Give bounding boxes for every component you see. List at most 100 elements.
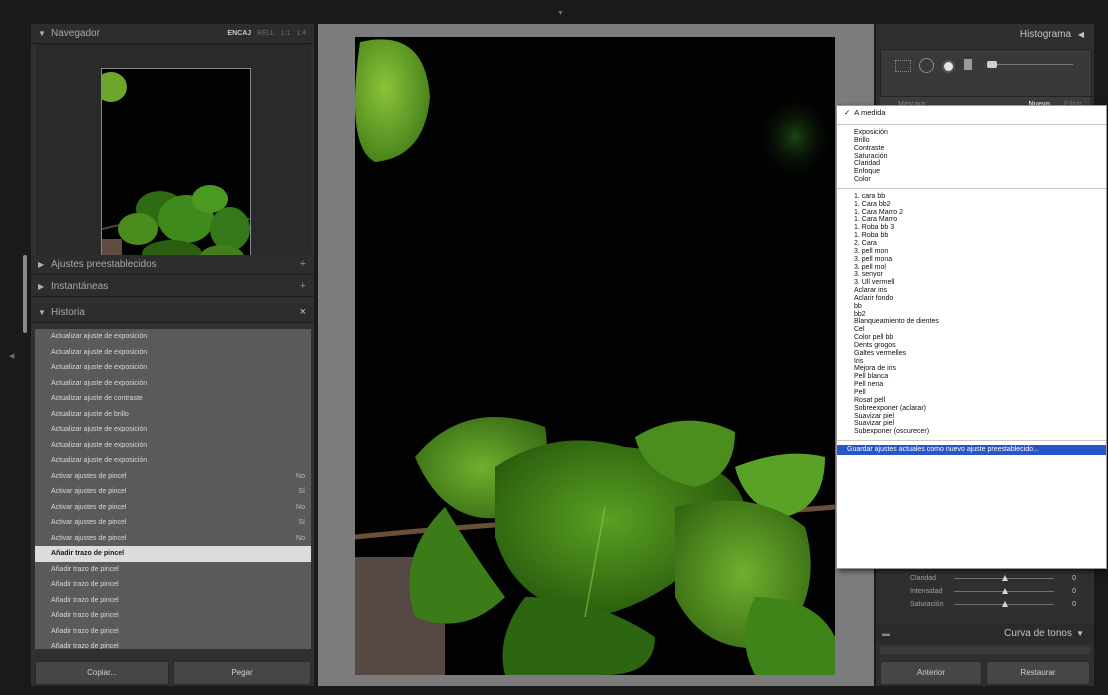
history-item[interactable]: Activar ajustes de pincel Sí (35, 484, 311, 500)
top-panel-toggle-icon[interactable]: ▼ (557, 10, 564, 17)
menu-item-preset[interactable]: Suavizar piel (837, 413, 1106, 421)
history-item[interactable]: Añadir trazo de pincel (35, 608, 311, 624)
history-item[interactable]: Añadir trazo de pincel (35, 577, 311, 593)
navigator-thumbnail[interactable] (101, 68, 251, 267)
graduated-filter-icon[interactable] (964, 59, 972, 70)
menu-item-adjustment[interactable]: Saturación (837, 153, 1106, 161)
menu-item-preset[interactable]: Mejora de iris (837, 365, 1106, 373)
spot-removal-icon[interactable] (919, 58, 934, 73)
menu-item-preset[interactable]: 1. Cara Marro (837, 216, 1106, 224)
tool-icons (891, 56, 1081, 74)
menu-item-custom[interactable]: ✓ A medida (837, 106, 1106, 120)
menu-item-adjustment[interactable]: Exposición (837, 129, 1106, 137)
crop-tool-icon[interactable] (895, 60, 911, 72)
slider-handle[interactable] (1002, 575, 1008, 581)
history-item[interactable]: Actualizar ajuste de exposición (35, 453, 311, 469)
adjustment-brush-icon[interactable] (987, 58, 1077, 72)
menu-item-preset[interactable]: Suavizar piel (837, 420, 1106, 428)
menu-item-preset[interactable]: Aclarar iris (837, 287, 1106, 295)
history-item[interactable]: Activar ajustes de pincel No (35, 500, 311, 516)
tone-curve-header[interactable]: ▬ Curva de tonos ▼ (876, 624, 1094, 644)
history-header[interactable]: ▼ Historia × (31, 303, 314, 323)
saturation-slider[interactable]: Saturación 0 (880, 598, 1090, 611)
menu-item-preset[interactable]: 1. Roba bb 3 (837, 224, 1106, 232)
menu-item-preset[interactable]: Galtes vermelles (837, 350, 1106, 358)
history-item[interactable]: Actualizar ajuste de exposición (35, 329, 311, 345)
panel-switch-icon[interactable]: ▬ (882, 624, 890, 644)
history-item[interactable]: Actualizar ajuste de brillo (35, 407, 311, 423)
red-eye-icon[interactable] (942, 60, 955, 73)
menu-item-preset[interactable]: Pell nena (837, 381, 1106, 389)
menu-item-adjustment[interactable]: Claridad (837, 160, 1106, 168)
paste-button[interactable]: Pegar (173, 661, 311, 685)
slider-handle[interactable] (1002, 588, 1008, 594)
main-photo[interactable] (355, 37, 835, 675)
history-item[interactable]: Añadir trazo de pincel (35, 546, 311, 562)
menu-item-preset[interactable]: 3. pell mol (837, 264, 1106, 272)
history-item[interactable]: Actualizar ajuste de exposición (35, 345, 311, 361)
presets-header[interactable]: ▶ Ajustes preestablecidos + (31, 255, 314, 275)
history-item[interactable]: Activar ajustes de pincel No (35, 531, 311, 547)
menu-item-preset[interactable]: Pell (837, 389, 1106, 397)
menu-item-preset[interactable]: Sobreexponer (aclarar) (837, 405, 1106, 413)
history-item[interactable]: Actualizar ajuste de exposición (35, 360, 311, 376)
menu-item-preset[interactable]: 3. senyor (837, 271, 1106, 279)
menu-item-preset[interactable]: 1. cara bb (837, 193, 1106, 201)
histogram-header[interactable]: Histograma ◀ (1020, 29, 1084, 40)
left-panel-toggle-icon[interactable]: ◀ (9, 352, 14, 360)
menu-item-preset[interactable]: 3. pell mon (837, 248, 1106, 256)
add-snapshot-icon[interactable]: + (300, 277, 306, 296)
menu-item-preset[interactable]: Pell blanca (837, 373, 1106, 381)
history-item[interactable]: Activar ajustes de pincel No (35, 469, 311, 485)
history-item[interactable]: Actualizar ajuste de exposición (35, 438, 311, 454)
menu-item-adjustment[interactable]: Brillo (837, 137, 1106, 145)
clear-history-icon[interactable]: × (300, 303, 306, 322)
zoom-fit[interactable]: ENCAJ (227, 30, 251, 37)
slider-handle[interactable] (1002, 601, 1008, 607)
history-item[interactable]: Añadir trazo de pincel (35, 624, 311, 640)
menu-item-preset[interactable]: Rosat pell (837, 397, 1106, 405)
history-item[interactable]: Actualizar ajuste de exposición (35, 422, 311, 438)
menu-item-adjustment[interactable]: Color (837, 176, 1106, 184)
menu-item-preset[interactable]: Subexponer (oscurecer) (837, 428, 1106, 436)
menu-item-preset[interactable]: Blanqueamiento de dientes (837, 318, 1106, 326)
reset-button[interactable]: Restaurar (986, 661, 1090, 685)
zoom-fill[interactable]: RELL (257, 30, 275, 37)
menu-item-preset[interactable]: Cel (837, 326, 1106, 334)
menu-item-preset[interactable]: Aclarir fondo (837, 295, 1106, 303)
previous-button[interactable]: Anterior (880, 661, 982, 685)
history-item[interactable]: Activar ajustes de pincel Sí (35, 515, 311, 531)
menu-item-preset[interactable]: 1. Cara bb2 (837, 201, 1106, 209)
vibrance-slider[interactable]: Intensidad 0 (880, 585, 1090, 598)
thumbnail-image (102, 69, 250, 266)
menu-item-preset[interactable]: 2. Cara (837, 240, 1106, 248)
menu-item-preset[interactable]: 3. pell mona (837, 256, 1106, 264)
menu-item-preset[interactable]: 1. Cara Marro 2 (837, 209, 1106, 217)
menu-item-preset[interactable]: 1. Roba bb (837, 232, 1106, 240)
history-item[interactable]: Añadir trazo de pincel (35, 562, 311, 578)
add-preset-icon[interactable]: + (300, 255, 306, 274)
menu-item-save-preset[interactable]: Guardar ajustes actuales como nuevo ajus… (837, 445, 1106, 456)
menu-item-preset[interactable]: Color pell bb (837, 334, 1106, 342)
menu-group-presets: 1. cara bb 1. Cara bb2 1. Cara Marro 2 1. C… (837, 193, 1106, 436)
zoom-1-4[interactable]: 1:4 (296, 30, 306, 37)
navigator-header[interactable]: ▼ Navegador ENCAJ RELL 1:1 1:4 (31, 24, 314, 44)
snapshots-header[interactable]: ▶ Instantáneas + (31, 277, 314, 297)
zoom-1-1[interactable]: 1:1 (281, 30, 291, 37)
navigator-zoom-options[interactable]: ENCAJ RELL 1:1 1:4 (227, 24, 306, 43)
menu-item-preset[interactable]: 3. Ull vermell (837, 279, 1106, 287)
menu-item-preset[interactable]: Dents grogos (837, 342, 1106, 350)
history-item[interactable]: Actualizar ajuste de exposición (35, 376, 311, 392)
menu-item-preset[interactable]: bb2 (837, 311, 1106, 319)
navigator-preview[interactable] (36, 44, 311, 270)
menu-item-preset[interactable]: bb (837, 303, 1106, 311)
history-item[interactable]: Actualizar ajuste de contraste (35, 391, 311, 407)
menu-item-adjustment[interactable]: Enfoque (837, 168, 1106, 176)
history-item[interactable]: Añadir trazo de pincel (35, 593, 311, 609)
menu-item-preset[interactable]: Iris (837, 358, 1106, 366)
menu-item-adjustment[interactable]: Contraste (837, 145, 1106, 153)
clarity-slider[interactable]: Claridad 0 (880, 572, 1090, 585)
history-item[interactable]: Añadir trazo de pincel (35, 639, 311, 649)
left-panel-scrollbar[interactable] (23, 255, 27, 333)
copy-button[interactable]: Copiar... (35, 661, 169, 685)
